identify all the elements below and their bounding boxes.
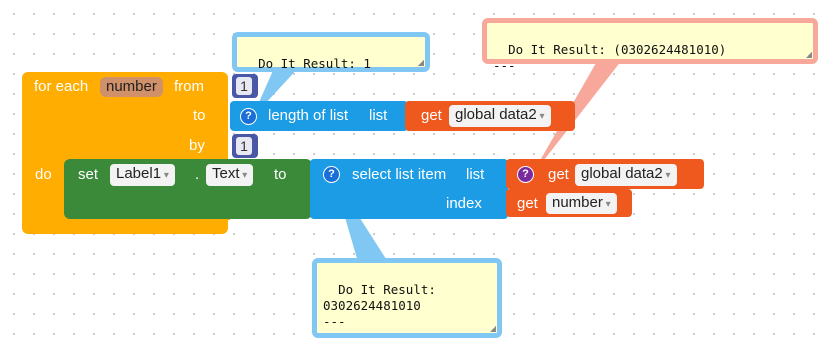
component-dropdown[interactable]: Label1	[110, 164, 175, 186]
length-of-list-label: length of list	[268, 107, 349, 124]
select-index-label: index	[446, 195, 482, 212]
do-label: do	[35, 166, 52, 183]
do-it-result-text-bottom: Do It Result: 0302624481010 ---	[323, 282, 436, 329]
set-to-label: to	[274, 166, 287, 183]
global-data2-select-dropdown[interactable]: global data2	[575, 164, 677, 186]
to-label: to	[193, 107, 206, 124]
resize-grip-icon[interactable]	[418, 60, 424, 66]
get-data2-label: get	[548, 166, 569, 183]
resize-grip-icon[interactable]	[490, 326, 496, 332]
do-it-result-bubble-top[interactable]: Do It Result: 1	[232, 32, 430, 72]
for-each-variable-name[interactable]: number	[100, 77, 163, 97]
get-label: get	[421, 107, 442, 124]
by-number-value[interactable]: 1	[236, 137, 252, 155]
by-number-block[interactable]: 1	[232, 134, 258, 158]
property-dropdown[interactable]: Text	[206, 164, 254, 186]
resize-grip-icon[interactable]	[806, 52, 812, 58]
from-label: from	[174, 78, 204, 95]
select-help-icon[interactable]: ?	[323, 166, 340, 183]
set-label: set	[78, 166, 99, 183]
get-help-icon[interactable]: ?	[517, 166, 534, 183]
length-help-icon[interactable]: ?	[240, 108, 257, 125]
for-each-label: for each	[34, 78, 89, 95]
do-it-result-bubble-right[interactable]: Do It Result: (0302624481010) ---	[482, 18, 818, 73]
do-it-result-bubble-bottom[interactable]: Do It Result: 0302624481010 ---	[312, 258, 502, 338]
by-label: by	[189, 137, 205, 154]
do-it-result-text-top: Do It Result: 1	[258, 56, 371, 71]
length-list-label: list	[369, 107, 388, 124]
global-data2-dropdown[interactable]: global data2	[449, 105, 551, 127]
get-number-label: get	[517, 195, 538, 212]
number-dropdown[interactable]: number	[546, 193, 617, 214]
set-dot: .	[195, 166, 200, 183]
select-list-item-label: select list item	[352, 166, 447, 183]
select-list-label: list	[466, 166, 485, 183]
